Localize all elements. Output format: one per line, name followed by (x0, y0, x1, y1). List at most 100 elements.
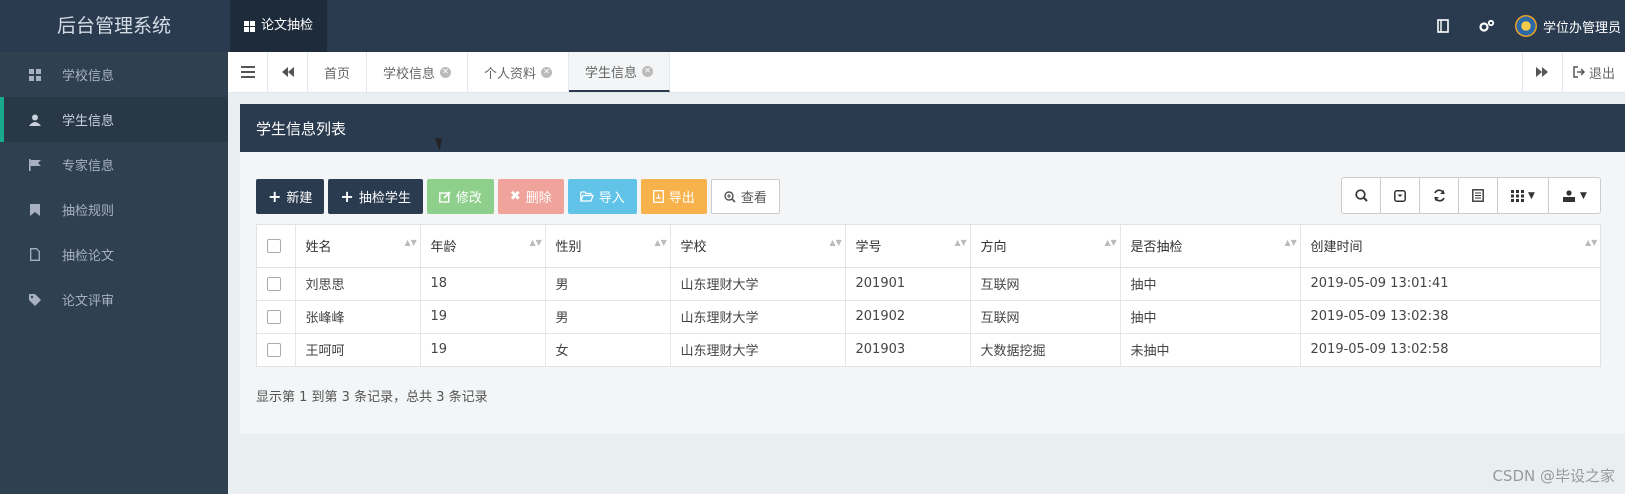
columns-dropdown-button[interactable]: ▼ (1498, 178, 1549, 213)
table-header-row: 姓名 ▲▼ 年龄 ▲▼ 性别 ▲▼ 学校 ▲▼ 学号 ▲▼ 方向 ▲▼ 是否抽检 ▲▼ 创建时… (257, 225, 1600, 268)
action-toolbar: + 新建 + 抽检学生 修改 ✖ 删除 导入 导出 查看 (256, 179, 780, 214)
table-cell: 山东理财大学 (670, 267, 846, 301)
new-button[interactable]: + 新建 (256, 179, 325, 214)
sidebar-item-expert[interactable]: 专家信息 (0, 142, 228, 187)
sort-icon: ▲▼ (529, 238, 542, 247)
close-icon[interactable]: ✕ (541, 66, 553, 78)
row-checkbox[interactable] (267, 342, 281, 357)
column-header-direction[interactable]: 方向 ▲▼ (970, 225, 1121, 268)
sort-icon: ▲▼ (1284, 238, 1297, 247)
delete-button[interactable]: ✖ 删除 (497, 179, 564, 214)
pagination-summary: 显示第 1 到第 3 条记录，总共 3 条记录 (256, 390, 488, 405)
column-header-created[interactable]: 创建时间 ▲▼ (1300, 225, 1600, 268)
search-tool-button[interactable] (1342, 178, 1381, 213)
column-label: 学号 (855, 240, 882, 256)
flag-icon (28, 158, 42, 172)
table-row[interactable]: 刘思思 18 男 山东理财大学 201901 互联网 抽中 2019-05-09… (257, 267, 1600, 301)
export-dropdown-button[interactable]: ▼ (1549, 178, 1600, 213)
menu-toggle-button[interactable] (228, 52, 268, 92)
book-icon[interactable] (1421, 0, 1465, 52)
module-label: 论文抽检 (261, 18, 314, 33)
table-row[interactable]: 张峰峰 19 男 山东理财大学 201902 互联网 抽中 2019-05-09… (257, 300, 1600, 334)
zoom-in-icon (724, 190, 736, 203)
sidebar: 学校信息 学生信息 专家信息 抽检规则 抽检论文 论文评审 (0, 52, 228, 494)
sidebar-item-school[interactable]: 学校信息 (0, 52, 228, 97)
caret-down-icon: ▼ (1580, 190, 1587, 201)
tab-profile[interactable]: 个人资料 ✕ (468, 52, 570, 92)
watermark: CSDN @毕设之家 (1492, 467, 1615, 485)
sidebar-item-student[interactable]: 学生信息 (0, 97, 228, 142)
row-select-cell (257, 267, 296, 301)
table-cell: 201902 (845, 300, 971, 334)
table-cell: 山东理财大学 (670, 333, 846, 366)
bars-icon (240, 66, 255, 78)
view-button[interactable]: 查看 (710, 179, 780, 214)
button-label: 查看 (740, 191, 767, 206)
tab-student-info[interactable]: 学生信息 ✕ (569, 52, 671, 92)
import-button[interactable]: 导入 (567, 179, 637, 214)
column-header-gender[interactable]: 性别 ▲▼ (545, 225, 671, 268)
th-icon (1511, 189, 1525, 202)
sidebar-item-label: 论文评审 (62, 294, 115, 309)
table-cell: 女 (545, 333, 671, 366)
tab-school-info[interactable]: 学校信息 ✕ (367, 52, 469, 92)
edit-icon (438, 190, 451, 203)
export-button[interactable]: 导出 (640, 179, 707, 214)
file-export-icon (652, 190, 664, 203)
sample-student-button[interactable]: + 抽检学生 (328, 179, 423, 214)
column-label: 姓名 (305, 240, 332, 256)
row-checkbox[interactable] (267, 309, 281, 324)
select-all-checkbox[interactable] (267, 238, 281, 253)
table-cell: 大数据挖掘 (970, 333, 1121, 366)
tab-scroll-left-button[interactable] (268, 52, 308, 92)
edit-button[interactable]: 修改 (426, 179, 494, 214)
sort-icon: ▲▼ (954, 238, 967, 247)
file-icon (28, 248, 42, 262)
sort-icon: ▲▼ (404, 238, 417, 247)
toggle-view-button[interactable] (1459, 178, 1498, 213)
plus-icon: + (268, 187, 282, 206)
sidebar-item-label: 抽检论文 (62, 249, 115, 264)
sidebar-item-papers[interactable]: 抽检论文 (0, 232, 228, 277)
column-header-student-id[interactable]: 学号 ▲▼ (845, 225, 971, 268)
user-icon (28, 113, 42, 127)
refresh-button[interactable] (1420, 178, 1459, 213)
button-label: 修改 (455, 191, 482, 206)
tab-bar: 首页 学校信息 ✕ 个人资料 ✕ 学生信息 ✕ 退出 (228, 52, 1625, 93)
search-icon (1354, 189, 1368, 202)
table-cell: 19 (420, 300, 546, 334)
column-header-name[interactable]: 姓名 ▲▼ (295, 225, 421, 268)
table-cell: 19 (420, 333, 546, 366)
close-icon[interactable]: ✕ (440, 66, 452, 78)
toggle-pagination-button[interactable] (1381, 178, 1420, 213)
th-large-icon (28, 68, 42, 82)
select-all-cell (257, 225, 296, 268)
folder-open-icon (579, 191, 594, 202)
tab-scroll-right-button[interactable] (1521, 52, 1562, 92)
logout-button[interactable]: 退出 (1561, 52, 1625, 92)
user-menu[interactable]: 学位办管理员 (1509, 15, 1625, 37)
table-cell: 张峰峰 (295, 300, 421, 334)
row-select-cell (257, 333, 296, 366)
list-alt-icon (1472, 189, 1484, 202)
plus-icon: + (340, 187, 354, 206)
sidebar-item-review[interactable]: 论文评审 (0, 277, 228, 322)
column-header-sampled[interactable]: 是否抽检 ▲▼ (1120, 225, 1301, 268)
tab-label: 个人资料 (484, 66, 537, 82)
cogs-icon[interactable] (1465, 0, 1509, 52)
column-header-age[interactable]: 年龄 ▲▼ (420, 225, 546, 268)
column-header-school[interactable]: 学校 ▲▼ (670, 225, 846, 268)
tab-home[interactable]: 首页 (308, 52, 368, 92)
button-label: 删除 (525, 191, 552, 206)
module-menu-item[interactable]: 论文抽检 (230, 0, 328, 52)
sidebar-item-rules[interactable]: 抽检规则 (0, 187, 228, 232)
button-label: 新建 (286, 191, 313, 206)
remove-icon: ✖ (509, 189, 521, 204)
backward-icon (281, 67, 294, 77)
table-row[interactable]: 王呵呵 19 女 山东理财大学 201903 大数据挖掘 未抽中 2019-05… (257, 333, 1600, 366)
tab-label: 首页 (324, 66, 351, 82)
row-checkbox[interactable] (267, 276, 281, 291)
table-cell: 18 (420, 267, 546, 301)
tab-label: 学生信息 (585, 65, 638, 81)
close-icon[interactable]: ✕ (642, 65, 654, 77)
